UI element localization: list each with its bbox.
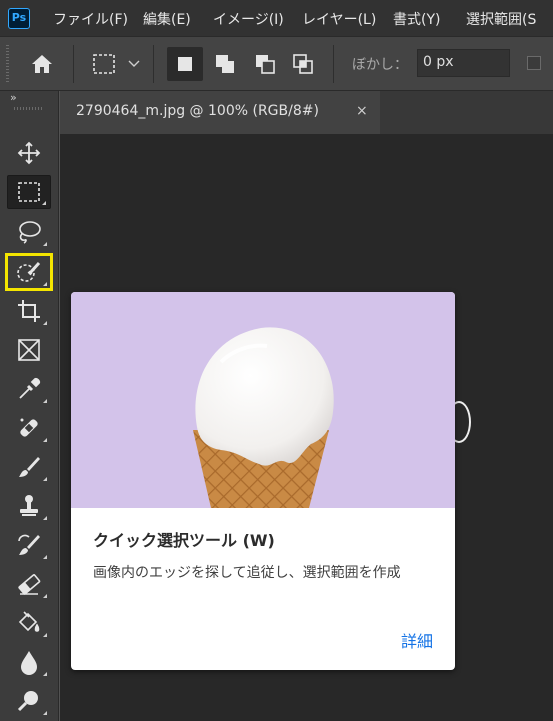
collapse-panel-icon[interactable]: » (10, 91, 17, 104)
photoshop-logo-icon: Ps (8, 8, 30, 29)
tools-panel: » (0, 91, 59, 721)
close-icon[interactable]: × (356, 103, 368, 119)
menu-image[interactable]: イメージ(I) (213, 9, 284, 29)
eraser-tool-icon[interactable] (7, 567, 51, 601)
home-icon[interactable] (28, 51, 56, 77)
menu-layer[interactable]: レイヤー(L) (302, 9, 376, 29)
menu-edit[interactable]: 編集(E) (143, 9, 191, 29)
blur-tool-icon[interactable] (7, 645, 51, 679)
dodge-tool-icon[interactable] (7, 684, 51, 718)
learn-more-link[interactable]: 詳細 (401, 628, 433, 652)
rich-tooltip: クイック選択ツール (W) 画像内のエッジを探して追従し、選択範囲を作成 詳細 (71, 292, 455, 670)
separator (73, 45, 74, 83)
rect-marquee-preset-icon[interactable] (90, 52, 118, 76)
feather-input[interactable]: 0 px (417, 49, 510, 77)
document-tab-bar: 2790464_m.jpg @ 100% (RGB/8#) × (60, 91, 553, 134)
separator (333, 45, 334, 83)
add-to-selection-icon[interactable] (207, 47, 243, 81)
menu-select[interactable]: 選択範囲(S (466, 9, 536, 29)
rectangular-marquee-tool-icon[interactable] (7, 175, 51, 209)
document-tab-title: 2790464_m.jpg @ 100% (RGB/8#) (76, 103, 319, 119)
menu-file[interactable]: ファイル(F) (53, 9, 128, 29)
options-bar: ぼかし： 0 px (0, 36, 553, 91)
crop-tool-icon[interactable] (7, 294, 51, 328)
options-bar-grip[interactable] (6, 45, 9, 83)
feather-label: ぼかし： (352, 57, 408, 73)
chevron-down-icon[interactable] (127, 57, 141, 71)
spot-healing-brush-tool-icon[interactable] (7, 411, 51, 445)
intersect-selection-icon[interactable] (285, 47, 321, 81)
tools-panel-grip[interactable] (14, 107, 42, 110)
menu-bar: Ps ファイル(F) 編集(E) イメージ(I) レイヤー(L) 書式(Y) 選… (0, 0, 553, 36)
paint-bucket-tool-icon[interactable] (7, 606, 51, 640)
separator (153, 45, 154, 83)
new-selection-icon[interactable] (167, 47, 203, 81)
move-tool-icon[interactable] (7, 136, 51, 170)
clone-stamp-tool-icon[interactable] (7, 489, 51, 523)
quick-selection-tool-icon[interactable] (5, 253, 53, 291)
eyedropper-tool-icon[interactable] (7, 372, 51, 406)
tooltip-title: クイック選択ツール (W) (93, 531, 275, 550)
document-tab[interactable]: 2790464_m.jpg @ 100% (RGB/8#) × (60, 91, 380, 134)
history-brush-tool-icon[interactable] (7, 528, 51, 562)
lasso-tool-icon[interactable] (7, 215, 51, 249)
subtract-from-selection-icon[interactable] (247, 47, 283, 81)
anti-alias-checkbox[interactable] (527, 56, 541, 70)
frame-tool-icon[interactable] (7, 333, 51, 367)
tooltip-preview-image (71, 292, 455, 508)
brush-tool-icon[interactable] (7, 450, 51, 484)
tooltip-description: 画像内のエッジを探して追従し、選択範囲を作成 (93, 565, 401, 581)
menu-type[interactable]: 書式(Y) (393, 9, 440, 29)
